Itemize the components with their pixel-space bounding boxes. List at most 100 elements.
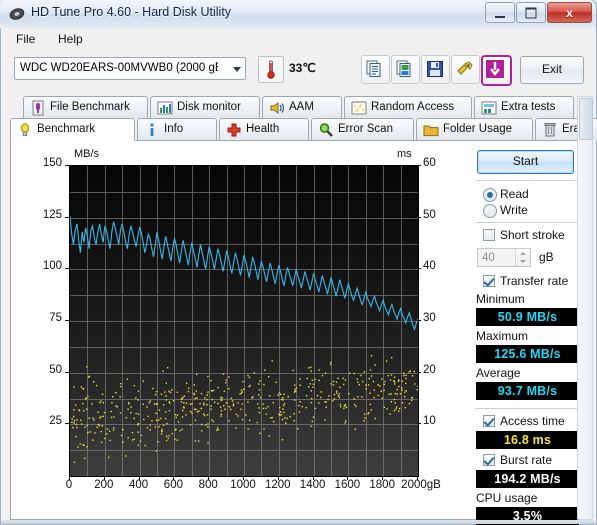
y2-tick-label: 50: [423, 208, 436, 221]
tab-disk-monitor[interactable]: Disk monitor: [150, 96, 260, 118]
trash-icon: [542, 122, 558, 138]
purple-down-arrow-icon: [486, 60, 504, 78]
settings-button[interactable]: [451, 55, 480, 84]
maximize-button[interactable]: [516, 2, 546, 23]
tab-aam-label: AAM: [289, 101, 314, 113]
minimum-value: 50.9 MB/s: [476, 308, 579, 326]
benchmark-chart: MB/s ms 25 50 75 100 125 150 10 20 30 40…: [14, 144, 464, 516]
transfer-rate-checkbox-indicator: [483, 275, 495, 287]
copy-image-button[interactable]: [391, 55, 420, 84]
transfer-rate-label: Transfer rate: [500, 274, 569, 288]
tab-extra-tests[interactable]: Extra tests: [474, 96, 574, 118]
short-stroke-label: Short stroke: [500, 228, 565, 242]
tab-health-label: Health: [246, 123, 280, 135]
menu-help-label: Help: [58, 32, 83, 46]
extra-tests-icon: [481, 100, 497, 116]
y-axis-title: MB/s: [74, 148, 100, 160]
maximum-label: Maximum: [476, 329, 529, 343]
chevron-down-icon: [233, 67, 241, 72]
toolbar: WDC WD20EARS-00MVWB0 (2000 gB 33℃ Exit: [1, 48, 595, 92]
folder-icon: [423, 122, 439, 138]
y-tick-label: 100: [42, 260, 62, 273]
y2-tick-label: 40: [423, 260, 436, 273]
y2-tick-label: 30: [423, 312, 436, 324]
short-stroke-checkbox-indicator: [483, 229, 495, 241]
minimize-button[interactable]: [485, 2, 515, 23]
short-stroke-value: 40: [482, 252, 495, 264]
start-button-label: Start: [512, 154, 539, 168]
copy-image-icon: [396, 60, 411, 77]
tab-folder-usage-label: Folder Usage: [443, 123, 513, 135]
tab-row-secondary: File Benchmark Disk monitor AAM Random A…: [10, 96, 587, 119]
maximum-value: 125.6 MB/s: [476, 345, 579, 363]
tab-error-scan-label: Error Scan: [338, 123, 393, 135]
tab-folder-usage[interactable]: Folder Usage: [416, 118, 533, 140]
stepper-up-icon: [520, 252, 526, 255]
save-button[interactable]: [421, 55, 450, 84]
tab-host: File Benchmark Disk monitor AAM Random A…: [10, 96, 597, 525]
benchmark-panel: MB/s ms 25 50 75 100 125 150 10 20 30 40…: [10, 140, 587, 525]
access-time-checkbox-indicator: [483, 415, 495, 427]
stepper-down-icon: [520, 260, 526, 263]
title-bar: HD Tune Pro 4.60 - Hard Disk Utility x: [0, 0, 595, 29]
speaker-icon: [269, 100, 285, 116]
y-tick-label: 75: [49, 312, 62, 324]
tab-file-benchmark-label: File Benchmark: [50, 101, 130, 113]
burst-rate-checkbox-indicator: [483, 454, 495, 466]
access-time-value: 16.8 ms: [476, 431, 579, 449]
y-tick-label: 25: [49, 415, 62, 428]
start-button[interactable]: Start: [477, 150, 574, 174]
drive-select[interactable]: WDC WD20EARS-00MVWB0 (2000 gB: [14, 57, 246, 80]
download-button[interactable]: [481, 55, 512, 86]
tab-disk-monitor-label: Disk monitor: [177, 101, 241, 113]
menu-bar: File Help: [1, 28, 595, 48]
radio-read-indicator: [483, 188, 497, 202]
disk-monitor-icon: [157, 100, 173, 116]
tab-file-benchmark[interactable]: File Benchmark: [23, 96, 148, 118]
menu-file[interactable]: File: [9, 31, 42, 47]
tab-extra-tests-label: Extra tests: [501, 101, 556, 113]
average-label: Average: [476, 366, 521, 380]
cpu-usage-label: CPU usage: [476, 491, 538, 505]
y2-axis-title: ms: [397, 148, 412, 160]
tab-aam[interactable]: AAM: [262, 96, 342, 118]
plot-area: [69, 165, 419, 477]
radio-write-label: Write: [500, 203, 528, 217]
bulb-icon: [17, 122, 33, 138]
copy-text-icon: [366, 60, 381, 77]
window-controls: x: [485, 2, 592, 23]
hdtune-icon: [9, 6, 25, 22]
close-icon: x: [566, 5, 573, 20]
info-icon: [144, 122, 160, 138]
scrollbar-thumb[interactable]: [579, 98, 593, 140]
copy-text-button[interactable]: [361, 55, 390, 84]
vertical-scrollbar[interactable]: [577, 96, 593, 520]
average-value: 93.7 MB/s: [476, 382, 579, 400]
x-tick-label: 2000gB: [401, 479, 441, 491]
tab-error-scan[interactable]: Error Scan: [311, 118, 414, 140]
tab-info[interactable]: Info: [137, 118, 217, 140]
tab-health[interactable]: Health: [219, 118, 309, 140]
file-benchmark-icon: [30, 100, 46, 116]
tab-random-access[interactable]: Random Access: [344, 96, 472, 118]
close-button[interactable]: x: [547, 2, 592, 23]
radio-read-label: Read: [500, 187, 529, 201]
thermometer-icon: [266, 60, 276, 84]
y2-tick-label: 20: [423, 363, 436, 376]
tab-random-access-label: Random Access: [371, 101, 455, 113]
y-tick-label: 125: [42, 208, 62, 221]
exit-button[interactable]: Exit: [520, 56, 584, 84]
access-time-label: Access time: [500, 414, 565, 428]
stepper-buttons[interactable]: [515, 249, 530, 266]
menu-file-label: File: [16, 32, 36, 46]
tab-row-primary: Benchmark Info Health Error Scan Folder …: [10, 118, 597, 141]
temperature-indicator: [258, 56, 284, 83]
y2-tick-label: 60: [423, 157, 436, 169]
menu-help[interactable]: Help: [51, 31, 90, 47]
short-stroke-stepper[interactable]: 40: [477, 248, 531, 267]
tab-benchmark[interactable]: Benchmark: [10, 118, 135, 141]
magnifier-icon: [318, 122, 334, 138]
hdtune-window: HD Tune Pro 4.60 - Hard Disk Utility x F…: [0, 0, 597, 525]
tab-benchmark-label: Benchmark: [37, 123, 96, 135]
short-stroke-unit: gB: [539, 250, 554, 264]
